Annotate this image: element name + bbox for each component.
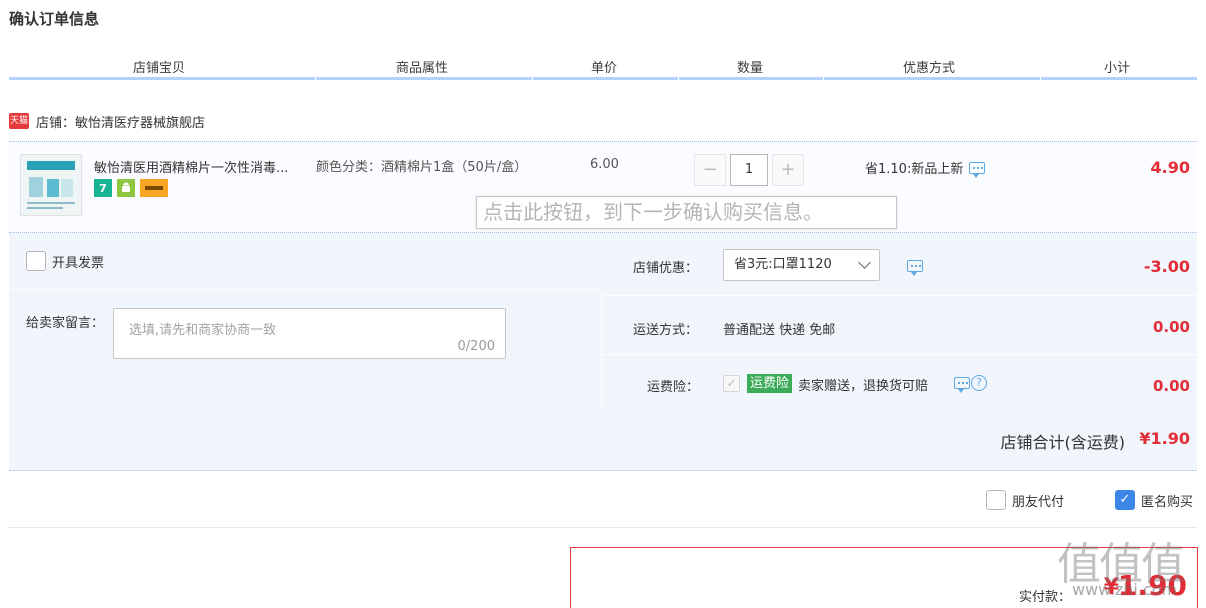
- invoice-option[interactable]: 开具发票: [26, 251, 104, 271]
- memo-input[interactable]: 选填,请先和商家协商一致 0/200: [113, 308, 506, 359]
- column-attribute: 商品属性: [396, 61, 449, 76]
- invoice-area: 开具发票: [9, 233, 602, 290]
- insurance-amount: 0.00: [1152, 377, 1190, 395]
- anonymous-purchase-label: 匿名购买: [1141, 494, 1194, 510]
- memo-label: 给卖家留言：: [26, 316, 105, 331]
- shop-discount-row: 店铺优惠： 省3元:口罩1120 -3.00: [603, 233, 1197, 296]
- insurance-row: 运费险： ✓ 运费险 卖家赠送，退换货可赔 ? 0.00: [603, 355, 1197, 409]
- insurance-checkbox[interactable]: ✓: [723, 375, 740, 392]
- seven-day-return-icon[interactable]: 7: [94, 179, 112, 197]
- column-header: 店铺宝贝 商品属性 单价 数量 优惠方式 小计: [9, 53, 1197, 80]
- credit-card-icon[interactable]: [140, 179, 168, 197]
- message-icon[interactable]: [969, 161, 986, 178]
- column-promotion: 优惠方式: [903, 61, 956, 76]
- item-subtotal: 4.90: [1150, 158, 1190, 177]
- column-subtotal: 小计: [1104, 61, 1131, 76]
- friend-pay-label: 朋友代付: [1012, 494, 1065, 510]
- message-icon[interactable]: [954, 377, 970, 393]
- anonymous-purchase-checkbox[interactable]: ✓: [1115, 490, 1135, 510]
- shop-discount-label: 店铺优惠：: [633, 261, 699, 276]
- shop-row: 天猫 店铺：敏怡清医疗器械旗舰店: [9, 111, 205, 131]
- help-icon[interactable]: ?: [971, 375, 987, 391]
- invoice-checkbox[interactable]: [26, 251, 46, 271]
- product-attribute: 颜色分类：酒精棉片1盒（50片/盒）: [316, 160, 528, 175]
- shop-discount-select[interactable]: 省3元:口罩1120: [723, 249, 880, 281]
- shop-total-label: 店铺合计(含运费): [1000, 433, 1126, 452]
- shop-total-value: ¥1.90: [1139, 429, 1190, 448]
- shipping-method: 普通配送 快递 免邮: [723, 323, 836, 338]
- quantity-stepper: − 1 +: [694, 154, 804, 186]
- product-title[interactable]: 敏怡清医用酒精棉片一次性消毒...: [94, 157, 312, 176]
- next-step-tooltip: 点击此按钮，到下一步确认购买信息。: [476, 196, 897, 229]
- shop-discount-amount: -3.00: [1143, 257, 1190, 276]
- column-quantity: 数量: [737, 61, 764, 76]
- shop-total-row: 店铺合计(含运费) ¥1.90: [9, 409, 1197, 471]
- increase-quantity-button[interactable]: +: [772, 154, 804, 186]
- insurance-label: 运费险：: [647, 380, 700, 395]
- shop-options-panel: 开具发票 给卖家留言： 选填,请先和商家协商一致 0/200 店铺优惠： 省3元…: [9, 233, 1197, 471]
- item-promotion: 省1.10:新品上新: [865, 158, 986, 178]
- chevron-down-icon: [858, 256, 871, 269]
- column-unit-price: 单价: [591, 61, 618, 76]
- product-thumbnail[interactable]: [20, 154, 82, 216]
- page-title: 确认订单信息: [9, 10, 100, 28]
- promotion-text: 省1.10:新品上新: [865, 162, 964, 177]
- shop-name[interactable]: 店铺：敏怡清医疗器械旗舰店: [36, 112, 205, 131]
- shipping-label: 运送方式：: [633, 323, 699, 338]
- friend-pay-option[interactable]: 朋友代付: [986, 490, 1064, 510]
- quantity-input[interactable]: 1: [730, 154, 768, 186]
- tmall-icon: 天猫: [9, 113, 29, 129]
- unit-price: 6.00: [590, 157, 619, 172]
- invoice-label: 开具发票: [52, 255, 105, 271]
- memo-placeholder: 选填,请先和商家协商一致: [129, 323, 277, 338]
- android-icon[interactable]: [117, 179, 135, 197]
- column-shop-item: 店铺宝贝: [133, 61, 186, 76]
- memo-area: 给卖家留言： 选填,请先和商家协商一致 0/200: [9, 291, 602, 409]
- insurance-tag: 运费险: [747, 374, 793, 393]
- watermark-url: www.zhi.com: [1072, 580, 1178, 599]
- anonymous-purchase-option[interactable]: ✓ 匿名购买: [1115, 490, 1193, 510]
- decrease-quantity-button[interactable]: −: [694, 154, 726, 186]
- insurance-description: 卖家赠送，退换货可赔: [798, 379, 929, 394]
- shipping-row: 运送方式： 普通配送 快递 免邮 0.00: [603, 296, 1197, 355]
- shop-discount-selected: 省3元:口罩1120: [734, 257, 832, 272]
- service-icons: 7: [94, 179, 168, 197]
- shipping-amount: 0.00: [1152, 318, 1190, 336]
- memo-char-count: 0/200: [457, 339, 495, 354]
- payment-options-row: 朋友代付 ✓ 匿名购买: [9, 484, 1197, 528]
- message-icon[interactable]: [907, 260, 923, 276]
- friend-pay-checkbox[interactable]: [986, 490, 1006, 510]
